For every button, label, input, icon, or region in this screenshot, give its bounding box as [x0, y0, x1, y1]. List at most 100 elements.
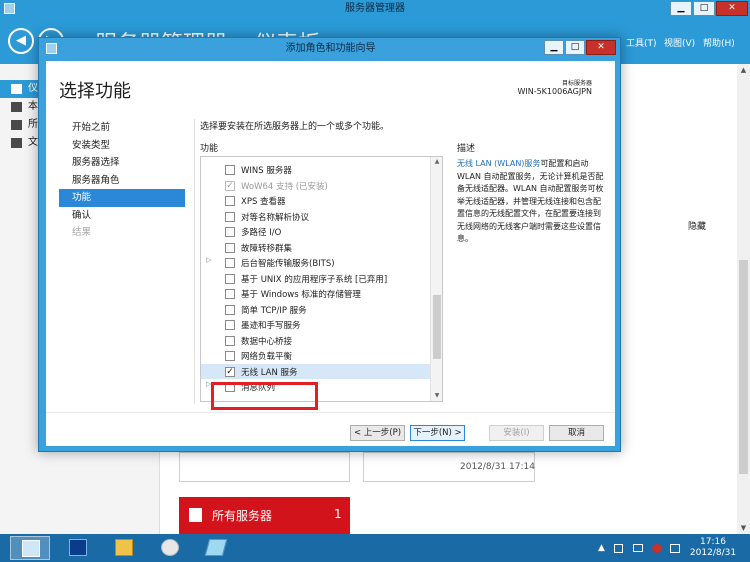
menu-tools[interactable]: 工具(T)	[626, 36, 657, 49]
feature-row[interactable]: 网络负载平衡	[201, 348, 430, 364]
scroll-down-icon[interactable]: ▼	[431, 391, 442, 401]
feature-row[interactable]: WINS 服务器	[201, 162, 430, 178]
feature-checkbox[interactable]	[225, 196, 235, 206]
taskbar-powershell[interactable]	[58, 536, 98, 560]
wizard-heading: 选择功能	[59, 81, 131, 102]
feature-checkbox[interactable]	[225, 258, 235, 268]
feature-checkbox-checked[interactable]: ✓	[225, 366, 235, 377]
target-server-name: WIN-5K1006AGJPN	[517, 87, 592, 96]
step-server-selection[interactable]: 服务器选择	[59, 154, 185, 172]
server-manager-scrollbar[interactable]: ▲ ▼	[737, 64, 750, 534]
feature-row: ✓ WoW64 支持 (已安装)	[201, 178, 430, 194]
wizard-maximize-button[interactable]: □	[565, 40, 585, 55]
taskbar-server-manager[interactable]	[10, 536, 50, 560]
menu-help[interactable]: 帮助(H)	[703, 36, 735, 49]
feature-row[interactable]: 简单 TCP/IP 服务	[201, 302, 430, 318]
nav-item-label: 所	[28, 119, 38, 130]
nav-item-label: 本	[28, 101, 38, 112]
hide-link[interactable]: 隐藏	[688, 219, 706, 232]
feature-label: 无线 LAN 服务	[241, 367, 298, 378]
cancel-button[interactable]: 取消	[549, 425, 604, 441]
scroll-up-icon[interactable]: ▲	[737, 64, 750, 76]
step-confirmation[interactable]: 确认	[59, 207, 185, 225]
network-icon[interactable]	[633, 544, 643, 552]
feature-label: 基于 Windows 标准的存储管理	[241, 290, 361, 300]
feature-checkbox[interactable]	[225, 242, 235, 253]
feature-checkbox[interactable]	[225, 289, 235, 299]
feature-label: 故障转移群集	[241, 243, 293, 254]
file-services-icon	[11, 138, 22, 148]
previous-button[interactable]: < 上一步(P)	[350, 425, 405, 441]
back-arrow-icon[interactable]: ◀	[8, 28, 34, 54]
sm-close-button[interactable]: ✕	[716, 1, 748, 16]
features-scrollbar[interactable]: ▲ ▼	[430, 157, 442, 401]
dashboard-icon	[11, 84, 22, 94]
step-installation-type[interactable]: 安装类型	[59, 137, 185, 155]
feature-checkbox[interactable]	[225, 320, 235, 330]
taskbar-clock[interactable]: 17:16 2012/8/31	[688, 537, 738, 559]
description-text: 无线 LAN (WLAN)服务可配置和启动 WLAN 自动配置服务，无论计算机是…	[457, 158, 604, 246]
install-button: 安装(I)	[489, 425, 544, 441]
tray-expand-icon[interactable]: ▲	[598, 543, 605, 553]
scrollbar-thumb[interactable]	[433, 295, 441, 359]
servers-icon	[11, 120, 22, 130]
feature-row-selected[interactable]: ✓ 无线 LAN 服务	[201, 363, 430, 379]
sm-maximize-button[interactable]: □	[693, 1, 715, 16]
feature-checkbox: ✓	[225, 180, 235, 191]
feature-checkbox[interactable]	[225, 273, 235, 284]
features-list[interactable]: WINS 服务器 ✓ WoW64 支持 (已安装) XPS 查看器 对等名称解析…	[200, 156, 443, 402]
wizard-client: 选择功能 目标服务器 WIN-5K1006AGJPN 开始之前 安装类型 服务器…	[46, 61, 615, 446]
feature-row[interactable]: 基于 Windows 标准的存储管理	[201, 286, 430, 302]
feature-row[interactable]: 基于 UNIX 的应用程序子系统 [已弃用]	[201, 271, 430, 287]
input-method-icon[interactable]	[670, 544, 680, 553]
scroll-up-icon[interactable]: ▲	[431, 157, 442, 167]
feature-checkbox[interactable]	[225, 165, 235, 175]
feature-checkbox[interactable]	[225, 211, 235, 222]
action-center-flag-icon[interactable]	[614, 544, 623, 553]
feature-row[interactable]: 墨迹和手写服务	[201, 317, 430, 333]
feature-checkbox[interactable]	[225, 335, 235, 346]
card-timestamp: 2012/8/31 17:14	[460, 462, 535, 472]
taskbar-paint[interactable]	[150, 536, 190, 560]
next-button[interactable]: 下一步(N) >	[410, 425, 465, 441]
wizard-close-button[interactable]: ✕	[586, 40, 616, 55]
feature-row[interactable]: ▷ 后台智能传输服务(BITS)	[201, 255, 430, 271]
description-body: 可配置和启动 WLAN 自动配置服务，无论计算机是否配备无线适配器。WLAN 自…	[457, 159, 604, 243]
highlight-annotation-box	[211, 382, 318, 410]
tile-count: 1	[334, 507, 342, 521]
powershell-icon	[69, 539, 87, 556]
feature-label: XPS 查看器	[241, 197, 286, 207]
tile-label: 所有服务器	[212, 509, 273, 523]
feature-checkbox[interactable]	[225, 227, 235, 237]
description-highlight: 无线 LAN (WLAN)服务	[457, 159, 541, 168]
menu-view[interactable]: 视图(V)	[664, 36, 695, 49]
step-features[interactable]: 功能	[59, 189, 185, 207]
scroll-down-icon[interactable]: ▼	[737, 522, 750, 534]
footer-divider	[46, 412, 615, 413]
feature-row[interactable]: XPS 查看器	[201, 193, 430, 209]
scrollbar-thumb[interactable]	[739, 260, 748, 474]
feature-row[interactable]: 故障转移群集	[201, 240, 430, 256]
feature-label: 网络负载平衡	[241, 352, 293, 362]
feature-checkbox[interactable]	[225, 304, 235, 315]
all-servers-tile[interactable]: 所有服务器 1	[179, 497, 350, 534]
feature-row[interactable]: 多路径 I/O	[201, 224, 430, 240]
feature-label: WINS 服务器	[241, 166, 292, 176]
step-before-you-begin[interactable]: 开始之前	[59, 119, 185, 137]
feature-row[interactable]: 对等名称解析协议	[201, 209, 430, 225]
feature-label: WoW64 支持 (已安装)	[241, 181, 328, 192]
feature-label: 后台智能传输服务(BITS)	[241, 259, 335, 269]
volume-muted-icon[interactable]	[652, 544, 662, 553]
wizard-minimize-button[interactable]: ▁	[544, 40, 564, 55]
feature-label: 数据中心桥接	[241, 336, 293, 347]
step-server-roles[interactable]: 服务器角色	[59, 172, 185, 190]
taskbar-notepad[interactable]	[196, 536, 236, 560]
expand-arrow-icon[interactable]: ▷	[206, 256, 211, 264]
taskbar-explorer[interactable]	[104, 536, 144, 560]
server-manager-titlebar: 服务器管理器 ▁ □ ✕	[0, 0, 750, 18]
servers-icon	[189, 508, 202, 522]
feature-checkbox[interactable]	[225, 351, 235, 361]
feature-row[interactable]: 数据中心桥接	[201, 333, 430, 349]
folder-icon	[115, 539, 133, 556]
sm-minimize-button[interactable]: ▁	[670, 1, 692, 16]
